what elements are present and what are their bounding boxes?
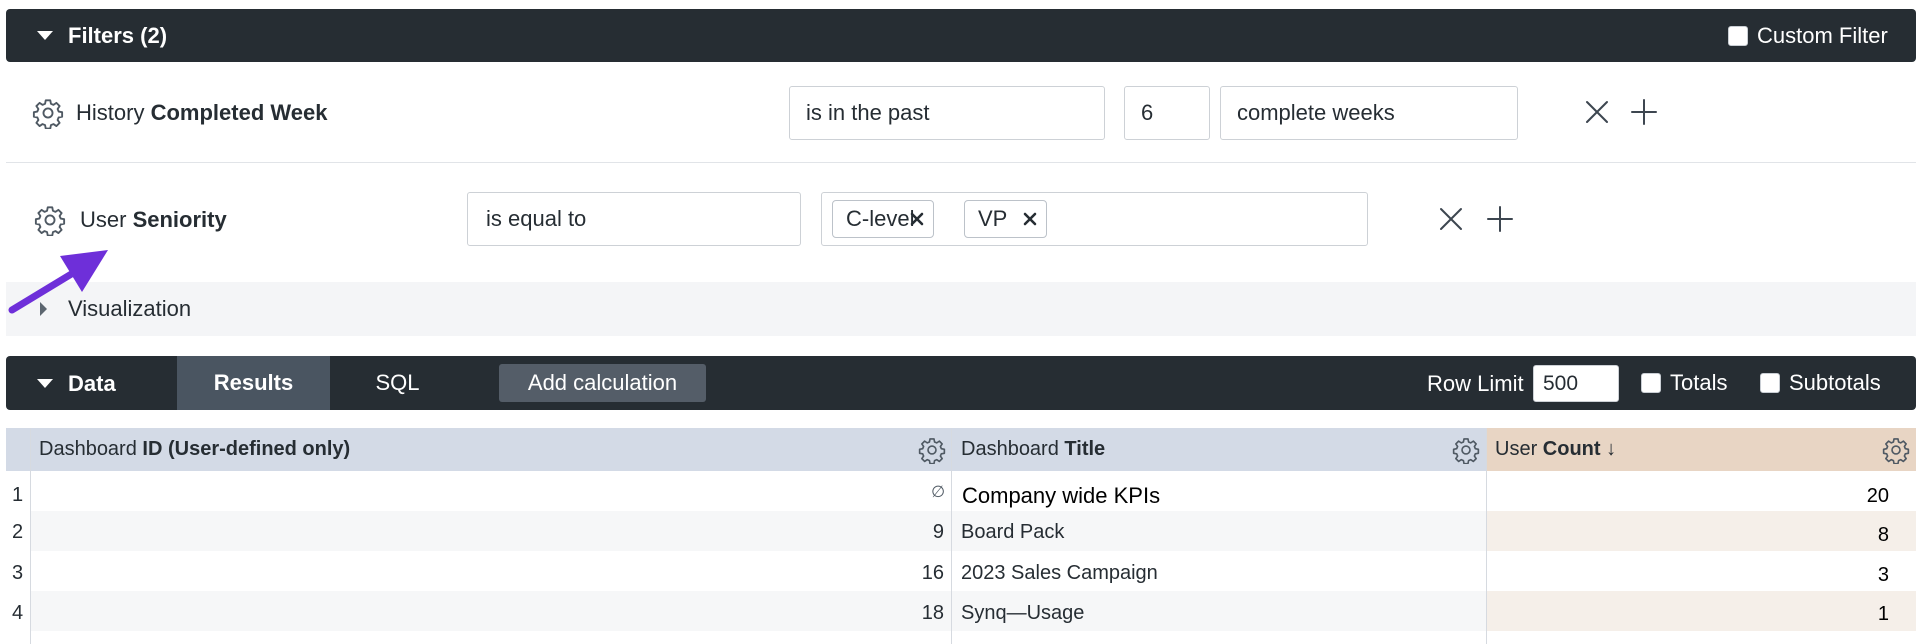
- cell-dashboard-title: 2023 Sales Campaign: [961, 562, 1158, 584]
- subtotals-checkbox[interactable]: [1760, 373, 1780, 393]
- totals-label[interactable]: Totals: [1670, 370, 1727, 396]
- remove-chip-icon[interactable]: [1023, 212, 1037, 226]
- column-group: User: [1495, 438, 1538, 460]
- gear-icon[interactable]: [1882, 436, 1910, 464]
- subtotals-label[interactable]: Subtotals: [1789, 370, 1881, 396]
- cell-user-count: 20: [1866, 485, 1889, 507]
- column-header-user-count[interactable]: User Count ↓: [1495, 428, 1616, 471]
- filter-divider: [6, 162, 1916, 163]
- annotation-arrow-icon: [8, 246, 112, 314]
- custom-filter-label[interactable]: Custom Filter: [1757, 23, 1888, 49]
- row-number: 1: [12, 484, 24, 506]
- row-limit-label: Row Limit: [1427, 371, 1524, 396]
- cell-dashboard-id: 18: [921, 602, 944, 624]
- cell-user-count: 3: [1877, 564, 1889, 586]
- cell-dashboard-title: Company wide KPIs: [962, 483, 1161, 508]
- filters-bar: Filters (2) Custom Filter: [6, 9, 1916, 62]
- gear-icon[interactable]: [1452, 436, 1480, 464]
- filter-operator-select[interactable]: is equal to: [467, 192, 801, 246]
- column-header-dashboard-title[interactable]: Dashboard Title: [961, 428, 1105, 471]
- row-number-header: [6, 428, 30, 471]
- column-name: Count ↓: [1542, 438, 1617, 460]
- filter-operator-select[interactable]: is in the past: [789, 86, 1105, 140]
- add-filter-icon[interactable]: [1630, 98, 1658, 126]
- column-group: Dashboard: [961, 438, 1059, 460]
- chip-label: VP: [978, 206, 1008, 231]
- remove-filter-icon[interactable]: [1584, 99, 1610, 125]
- filter-field-label: User Seniority: [80, 207, 227, 233]
- gear-icon[interactable]: [32, 97, 64, 129]
- row-number: 3: [12, 562, 24, 584]
- cell-user-count: 1: [1877, 603, 1889, 625]
- gear-icon[interactable]: [34, 204, 66, 236]
- chip-label: C-level: [846, 206, 915, 231]
- cell-user-count: 8: [1877, 524, 1889, 546]
- cell-dashboard-id: 16: [921, 562, 944, 584]
- totals-checkbox[interactable]: [1641, 373, 1661, 393]
- row-limit-input[interactable]: 500: [1533, 365, 1619, 402]
- gear-icon[interactable]: [918, 436, 946, 464]
- filters-collapse-caret-icon[interactable]: [37, 31, 53, 40]
- filter-field-name: Completed Week: [150, 100, 328, 125]
- filter-field-label: History Completed Week: [76, 100, 327, 126]
- filter-chip-c-level[interactable]: C-level: [832, 200, 934, 238]
- cell-dashboard-id: ∅: [931, 484, 945, 501]
- data-collapse-caret-icon[interactable]: [37, 379, 53, 388]
- column-name: Title: [1064, 438, 1106, 460]
- tab-sql[interactable]: SQL: [330, 356, 465, 410]
- tab-results[interactable]: Results: [177, 356, 330, 410]
- column-group: Dashboard: [39, 438, 137, 460]
- filter-chip-vp[interactable]: VP: [964, 200, 1047, 238]
- filter-field-group: History: [76, 100, 145, 125]
- add-filter-icon[interactable]: [1486, 205, 1514, 233]
- custom-filter-checkbox[interactable]: [1728, 26, 1748, 46]
- add-calculation-button[interactable]: Add calculation: [499, 364, 706, 402]
- data-bar: Data Results SQL Add calculation Row Lim…: [6, 356, 1916, 410]
- visualization-section[interactable]: Visualization: [6, 282, 1916, 336]
- remove-filter-icon[interactable]: [1438, 206, 1464, 232]
- row-number: 2: [12, 521, 24, 543]
- cell-dashboard-title: Synq—Usage: [961, 602, 1085, 624]
- column-header-dashboard-id[interactable]: Dashboard ID (User-defined only): [39, 428, 350, 471]
- filter-field-group: User: [80, 207, 127, 232]
- filter-value-input[interactable]: 6: [1124, 86, 1210, 140]
- cell-dashboard-title: Board Pack: [961, 521, 1065, 543]
- filter-field-name: Seniority: [132, 207, 227, 232]
- filter-values-input[interactable]: C-level VP: [821, 192, 1368, 246]
- column-divider: [951, 428, 952, 644]
- row-number: 4: [12, 602, 24, 624]
- remove-chip-icon[interactable]: [910, 212, 924, 226]
- filter-unit-select[interactable]: complete weeks: [1220, 86, 1518, 140]
- column-name: ID (User-defined only): [142, 438, 351, 460]
- data-title[interactable]: Data: [68, 371, 116, 397]
- filters-title[interactable]: Filters (2): [68, 23, 167, 49]
- cell-dashboard-id: 9: [932, 521, 944, 543]
